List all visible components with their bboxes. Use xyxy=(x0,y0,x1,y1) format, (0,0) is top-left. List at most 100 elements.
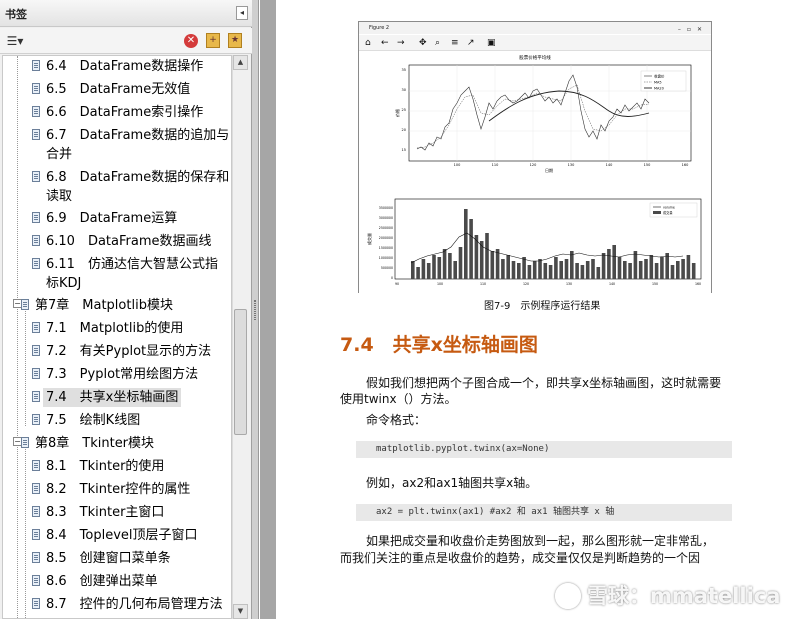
volume-bar xyxy=(612,245,616,279)
volume-bar xyxy=(638,261,643,279)
volume-bar xyxy=(649,255,654,279)
watermark-logo-icon xyxy=(555,583,581,609)
top-ylabel: 价格 xyxy=(394,109,400,117)
volume-bar xyxy=(506,255,510,279)
bookmarks-panel: 书签 ◂ ☰▾ ✕ + ★ 6.4 DataFrame数据操作 6.5 Data… xyxy=(0,0,252,619)
volume-bar xyxy=(490,251,495,279)
home-icon[interactable]: ⌂ xyxy=(365,37,371,49)
bookmark-item[interactable]: 6.8 DataFrame数据的保存和 读取 xyxy=(32,168,230,206)
top-xtick: 110 xyxy=(492,163,499,167)
legend-close: 收盘价 xyxy=(654,74,665,79)
top-ytick: 30 xyxy=(402,88,406,92)
volume-bar xyxy=(437,257,442,279)
expand-bookmark-icon[interactable]: ★ xyxy=(228,33,242,48)
bottom-ytick: 1500000 xyxy=(379,246,393,250)
page-icon xyxy=(32,598,40,609)
zoom-icon[interactable]: ⌕ xyxy=(435,37,440,49)
volume-bar xyxy=(591,259,595,279)
edit-icon[interactable]: ↗ xyxy=(467,37,475,49)
command-format-label: 命令格式： xyxy=(366,413,427,427)
volume-bar xyxy=(522,257,526,279)
volume-bar xyxy=(464,209,468,279)
bookmarks-toolbar: ☰▾ ✕ + ★ xyxy=(0,28,252,54)
bookmark-item[interactable]: 6.7 DataFrame数据的追加与 合并 xyxy=(32,126,230,164)
scroll-down-arrow-icon[interactable]: ▼ xyxy=(233,604,248,619)
watermark: 雪球：mmatellica xyxy=(587,584,781,608)
volume-bar xyxy=(501,259,505,279)
splitter-grip-icon xyxy=(254,300,256,320)
top-xtick: 130 xyxy=(568,163,575,167)
volume-bar xyxy=(448,253,452,279)
page-icon xyxy=(32,129,40,140)
bottom-xtick: 150 xyxy=(652,282,658,286)
new-bookmark-icon[interactable]: + xyxy=(206,33,220,48)
volume-bar xyxy=(665,253,669,279)
paragraph-text: 而我们关注的重点是收盘价的趋势，成交量仅仅是判断趋势的一个因 xyxy=(340,551,701,565)
bottom-xtick: 120 xyxy=(523,282,529,286)
volume-bar xyxy=(580,265,585,279)
volume-bar xyxy=(548,265,553,279)
volume-bar xyxy=(575,263,579,279)
scrollbar-thumb[interactable] xyxy=(234,309,247,435)
bookmarks-header: 书签 ◂ xyxy=(0,0,252,27)
volume-bar xyxy=(517,263,521,279)
page-icon xyxy=(32,391,40,402)
bottom-ytick: 3500000 xyxy=(379,206,393,210)
legend-volume-bar: 成交量 xyxy=(663,210,673,215)
options-menu-icon[interactable]: ☰▾ xyxy=(4,32,26,50)
bookmarks-scrollbar[interactable]: ▲ ▼ xyxy=(232,55,248,619)
volume-bar xyxy=(633,251,638,279)
page-icon xyxy=(32,83,40,94)
volume-bar xyxy=(538,259,542,279)
save-icon[interactable]: ▣ xyxy=(487,37,496,49)
page-icon xyxy=(32,575,40,586)
code-block: ax2 = plt.twinx(ax1) #ax2 和 ax1 轴图共享 x 轴 xyxy=(356,504,732,521)
volume-bar xyxy=(495,249,500,279)
page-icon xyxy=(32,258,40,269)
figure-plot-area: 股票价格平均线 价格 日期 15 20 25 30 35 100 110 120… xyxy=(359,51,711,293)
bookmark-item[interactable]: 6.11 仿通达信大智慧公式指 标KDJ xyxy=(32,255,230,293)
top-xtick: 160 xyxy=(682,163,689,167)
volume-bar xyxy=(676,261,680,279)
volume-bar xyxy=(585,261,590,279)
scroll-up-arrow-icon[interactable]: ▲ xyxy=(233,55,248,70)
page-icon xyxy=(32,60,40,71)
collapse-panel-button[interactable]: ◂ xyxy=(236,6,248,20)
volume-bar xyxy=(543,263,548,279)
page-icon xyxy=(32,171,40,182)
volume-bar xyxy=(596,267,601,279)
page-icon xyxy=(32,106,40,117)
paragraph-text: 假如我们想把两个子图合成一个，即共享x坐标轴画图，这时就需要 xyxy=(366,376,722,390)
volume-bar xyxy=(554,257,558,279)
page-icon xyxy=(32,212,40,223)
volume-bar xyxy=(442,249,447,279)
figure-title: Figure 2 xyxy=(369,25,390,31)
volume-bar xyxy=(686,255,691,279)
top-ytick: 35 xyxy=(402,68,406,72)
back-icon[interactable]: ← xyxy=(381,37,389,49)
panel-splitter[interactable] xyxy=(252,0,259,619)
delete-bookmark-icon[interactable]: ✕ xyxy=(184,34,198,48)
volume-bar xyxy=(617,257,622,279)
page-icon xyxy=(21,437,29,448)
volume-bar xyxy=(458,247,463,279)
volume-bar xyxy=(691,263,696,279)
legend-volume: volume xyxy=(663,206,675,210)
top-xtick: 140 xyxy=(606,163,613,167)
figure-titlebar: Figure 2 –▫✕ xyxy=(359,22,711,34)
bottom-ytick: 0 xyxy=(391,276,393,280)
page-icon xyxy=(32,529,40,540)
bottom-ytick: 1000000 xyxy=(379,256,393,260)
page-icon xyxy=(32,460,40,471)
volume-bar xyxy=(564,259,569,279)
pan-icon[interactable]: ✥ xyxy=(419,37,427,49)
volume-bar xyxy=(511,261,516,279)
forward-icon[interactable]: → xyxy=(397,37,405,49)
plot-title: 股票价格平均线 xyxy=(519,54,551,61)
page-icon xyxy=(32,506,40,517)
volume-bar xyxy=(421,259,426,279)
configure-icon[interactable]: ≡ xyxy=(451,37,459,49)
paragraph-text: 使用twinx（）方法。 xyxy=(340,392,457,406)
top-xtick: 100 xyxy=(454,163,461,167)
volume-bar xyxy=(601,253,606,279)
